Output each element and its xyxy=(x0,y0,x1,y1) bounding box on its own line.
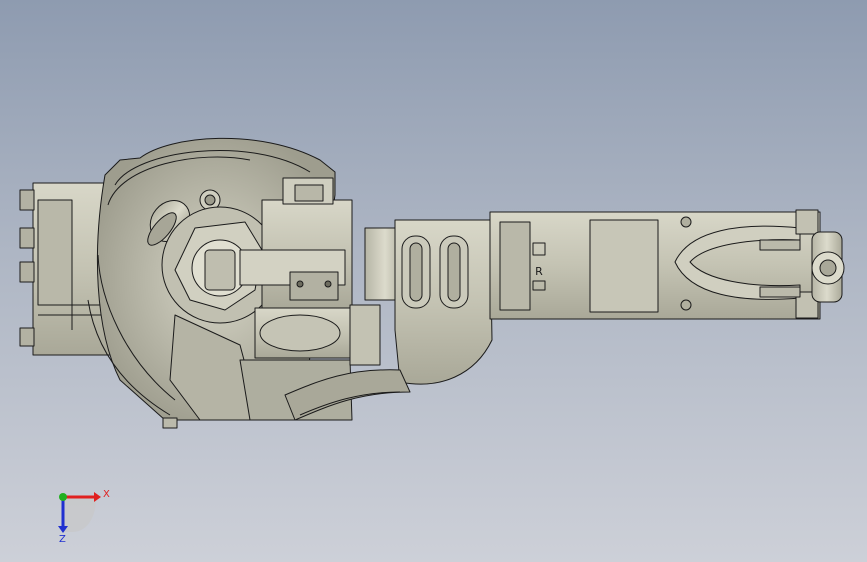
x-axis-arrow xyxy=(94,492,101,502)
orientation-triad: X Z xyxy=(58,489,110,545)
axis-r-label: R xyxy=(535,265,543,278)
z-axis-label: Z xyxy=(59,534,66,545)
z-axis-dot xyxy=(59,493,67,501)
x-axis-label: X xyxy=(103,489,110,500)
cad-viewport[interactable]: R X Z xyxy=(0,0,867,562)
robot-arm-model[interactable]: R xyxy=(19,137,845,429)
wrist-flange xyxy=(811,231,845,303)
